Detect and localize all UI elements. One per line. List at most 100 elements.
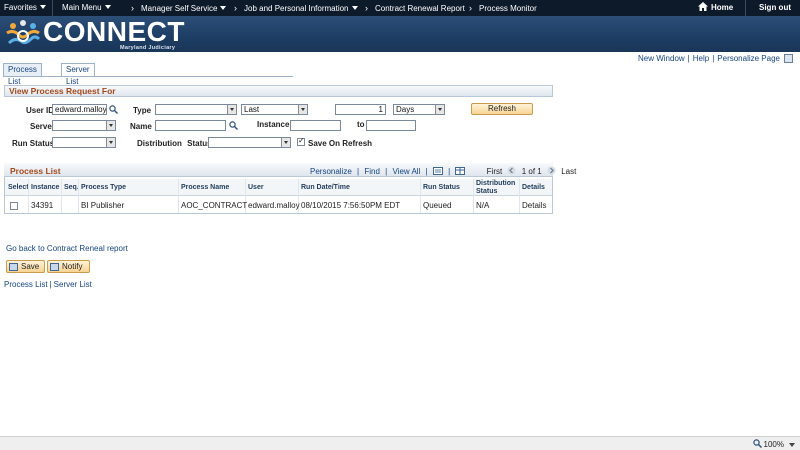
chevron-down-icon	[435, 105, 444, 114]
find-link[interactable]: Find	[364, 167, 380, 176]
save-on-refresh-label: Save On Refresh	[308, 139, 373, 148]
connect-logo-icon	[6, 20, 41, 45]
link-separator: |	[448, 167, 451, 176]
col-user[interactable]: User	[248, 184, 264, 191]
col-seq[interactable]: Seq.	[64, 184, 79, 191]
run-status-select[interactable]	[52, 137, 116, 148]
server-select[interactable]	[52, 120, 116, 131]
next-icon[interactable]	[547, 166, 556, 175]
col-details: Details	[522, 184, 545, 191]
row-run-status: Queued	[423, 201, 452, 210]
save-button[interactable]: Save	[6, 260, 45, 273]
tab-process-list[interactable]: Process List	[3, 63, 42, 86]
signout-link[interactable]: Sign out	[759, 0, 791, 16]
col-process-name[interactable]: Process Name	[181, 184, 229, 191]
first-label[interactable]: First	[487, 167, 503, 176]
col-process-type[interactable]: Process Type	[81, 184, 126, 191]
breadcrumb-label: Process Monitor	[479, 4, 537, 13]
home-label: Home	[711, 3, 734, 12]
bottom-links: Process List | Server List	[4, 280, 92, 289]
help-link[interactable]: Help	[693, 54, 709, 63]
breadcrumb-process-monitor[interactable]: › Process Monitor	[469, 0, 537, 16]
row-process-name: AOC_CONTRACT	[181, 201, 248, 210]
zoom-control[interactable]: 100%	[752, 439, 784, 449]
col-run-status[interactable]: Run Status	[423, 184, 460, 191]
chevron-right-icon: ›	[365, 3, 368, 13]
home-link[interactable]: Home	[698, 0, 733, 16]
favorites-menu[interactable]: Favorites	[4, 0, 46, 16]
chevron-down-icon	[298, 105, 307, 114]
distribution-status-select[interactable]	[208, 137, 291, 148]
search-icon[interactable]	[229, 121, 238, 130]
save-on-refresh-checkbox[interactable]	[297, 136, 305, 146]
chevron-down-icon	[39, 5, 46, 9]
column-divider	[78, 179, 79, 213]
chevron-right-icon: ›	[131, 3, 134, 13]
signout-label: Sign out	[759, 3, 791, 12]
window-icon[interactable]	[784, 54, 793, 63]
type-label: Type	[133, 106, 152, 115]
col-run-datetime[interactable]: Run Date/Time	[301, 184, 350, 191]
top-menu-bar: Favorites Main Menu › Manager Self Servic…	[0, 0, 800, 16]
header-links: New Window | Help | Personalize Page	[638, 54, 780, 63]
link-separator: |	[712, 54, 715, 63]
instance-from-input[interactable]	[290, 120, 341, 131]
user-id-input[interactable]: edward.malloy	[52, 104, 107, 115]
row-user: edward.malloy	[248, 201, 300, 210]
column-divider	[28, 179, 29, 213]
type-select[interactable]	[155, 104, 237, 115]
notify-icon	[50, 263, 59, 271]
col-distribution[interactable]: Distribution	[476, 180, 515, 187]
breadcrumb-manager-self-service[interactable]: › Manager Self Service	[131, 0, 227, 16]
personalize-link[interactable]: Personalize	[310, 167, 352, 176]
server-list-link[interactable]: Server List	[54, 280, 92, 289]
chevron-right-icon: ›	[469, 3, 472, 13]
notify-label: Notify	[62, 262, 83, 271]
link-separator: |	[385, 167, 388, 176]
main-menu-label: Main Menu	[62, 3, 102, 12]
process-list-link[interactable]: Process List	[4, 280, 48, 289]
tab-server-list[interactable]: Server List	[61, 63, 95, 86]
breadcrumb-label: Job and Personal Information	[244, 4, 349, 13]
last-label[interactable]: Last	[561, 167, 576, 176]
back-to-report-link[interactable]: Go back to Contract Reneal report	[6, 244, 128, 253]
row-select-checkbox[interactable]	[10, 202, 18, 210]
chevron-right-icon: ›	[234, 3, 237, 13]
instance-to-input[interactable]	[366, 120, 416, 131]
previous-icon[interactable]	[507, 166, 516, 175]
zoom-grid-icon[interactable]	[432, 167, 443, 175]
refresh-button[interactable]: Refresh	[471, 103, 533, 115]
last-number-input[interactable]: 1	[335, 104, 386, 115]
brand-name: CONNECT	[43, 16, 185, 47]
view-all-link[interactable]: View All	[392, 167, 420, 176]
row-details-link[interactable]: Details	[522, 201, 546, 210]
chevron-down-icon[interactable]	[789, 443, 795, 447]
link-separator: |	[425, 167, 428, 176]
process-list-title: Process List	[10, 166, 61, 176]
instance-to-label: to	[357, 120, 365, 129]
breadcrumb-contract-renewal-report[interactable]: › Contract Renewal Report	[365, 0, 465, 16]
col-instance[interactable]: Instance	[31, 184, 59, 191]
chevron-down-icon	[281, 138, 290, 147]
last-value: Last	[244, 105, 260, 114]
last-select[interactable]: Last	[241, 104, 308, 115]
search-icon[interactable]	[109, 105, 118, 114]
personalize-page-link[interactable]: Personalize Page	[717, 54, 780, 63]
brand-subtitle: Maryland Judiciary	[120, 45, 176, 51]
grid-navigation: Personalize | Find | View All | | First …	[310, 166, 576, 176]
download-grid-icon[interactable]	[455, 167, 466, 175]
main-menu[interactable]: Main Menu	[62, 0, 111, 16]
chevron-down-icon	[106, 138, 115, 147]
breadcrumb-job-personal-info[interactable]: › Job and Personal Information	[234, 0, 358, 16]
name-input[interactable]	[155, 120, 226, 131]
notify-button[interactable]: Notify	[47, 260, 90, 273]
new-window-link[interactable]: New Window	[638, 54, 685, 63]
breadcrumb-label: Contract Renewal Report	[375, 4, 465, 13]
tab-divider	[3, 76, 293, 77]
save-icon	[9, 263, 18, 271]
link-separator: |	[49, 280, 52, 289]
col-select: Select	[8, 184, 29, 191]
chevron-down-icon	[104, 5, 111, 9]
col-distribution-status[interactable]: Status	[476, 188, 497, 195]
days-select[interactable]: Days	[393, 104, 445, 115]
